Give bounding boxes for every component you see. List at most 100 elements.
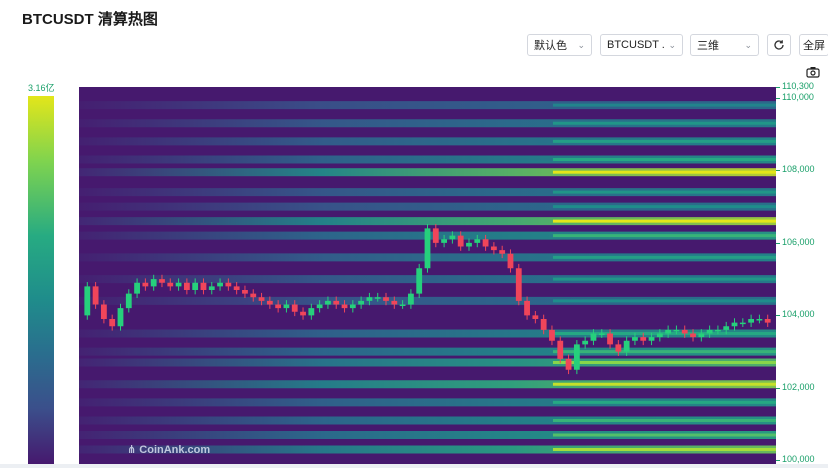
- color-select-label: 默认色: [534, 40, 567, 52]
- candle-body: [366, 297, 373, 301]
- y-tick-label: 106,000: [782, 236, 815, 247]
- y-tick-label: 100,000: [782, 454, 815, 465]
- candle-body: [192, 282, 199, 290]
- candle-body: [341, 304, 348, 309]
- bottom-border: [0, 464, 828, 468]
- candle-body: [325, 300, 331, 305]
- candle-body: [374, 297, 381, 299]
- candle-body: [150, 279, 157, 287]
- candle-body: [183, 282, 190, 290]
- liquidation-band-highlight: [552, 158, 776, 161]
- watermark-text: CoinAnk.com: [139, 444, 211, 456]
- color-select[interactable]: 默认色 ⌄: [527, 34, 592, 56]
- candle-body: [706, 329, 713, 334]
- chevron-down-icon: ⌄: [744, 39, 752, 50]
- liquidation-band-highlight: [552, 433, 776, 437]
- candle-body: [466, 242, 472, 247]
- liquidation-band-highlight: [552, 255, 776, 259]
- liquidation-band-highlight: [552, 190, 776, 194]
- candle-body: [640, 337, 647, 341]
- candle-body: [391, 300, 398, 305]
- liquidation-band-highlight: [552, 170, 776, 174]
- candle-body: [432, 228, 439, 243]
- candle-body: [167, 282, 174, 287]
- y-tick-label: 108,000: [782, 164, 815, 175]
- candle-body: [233, 286, 240, 290]
- y-tick-label: 102,000: [782, 381, 815, 392]
- candle-body: [349, 304, 356, 309]
- candle-body: [673, 329, 680, 332]
- candle-body: [283, 304, 290, 309]
- heatmap-chart[interactable]: ⋔ CoinAnk.com: [79, 87, 776, 464]
- y-tick-mark: [776, 315, 780, 317]
- candle-body: [117, 308, 124, 327]
- candle-body: [308, 308, 315, 316]
- candle-body: [134, 282, 140, 294]
- candle-body: [217, 282, 223, 287]
- candle-body: [291, 304, 298, 312]
- candle-body: [764, 319, 771, 323]
- candle-body: [84, 286, 91, 316]
- candle-body: [474, 239, 481, 243]
- y-tick-label: 104,000: [782, 309, 815, 320]
- symbol-select[interactable]: BTCUSDT ... ⌄: [600, 34, 683, 56]
- candle-body: [490, 246, 497, 251]
- view-select[interactable]: 三维 ⌄: [690, 34, 759, 56]
- y-tick-mark: [776, 170, 780, 172]
- candle-body: [607, 333, 613, 345]
- y-tick-label: 110,000: [782, 91, 814, 102]
- candle-body: [549, 329, 555, 341]
- candle-body: [557, 340, 564, 359]
- candle-body: [499, 250, 506, 254]
- heatmap-svg[interactable]: [79, 87, 776, 464]
- liquidation-band-highlight: [552, 103, 776, 107]
- candle-body: [333, 300, 340, 305]
- liquidation-band-highlight: [552, 205, 776, 209]
- candle-body: [408, 293, 414, 305]
- price-axis: 110,300 110,000 108,000 106,000 104,000 102,0…: [776, 0, 828, 468]
- candle-body: [632, 337, 638, 341]
- candle-body: [507, 253, 514, 269]
- candle-body: [715, 329, 721, 332]
- candle-body: [739, 322, 746, 325]
- page-title: BTCUSDT 清算热图: [22, 11, 158, 28]
- coinank-logo-icon: ⋔: [127, 444, 137, 456]
- candle-body: [125, 293, 132, 309]
- candle-body: [690, 333, 696, 338]
- candle-body: [623, 340, 630, 352]
- watermark: ⋔ CoinAnk.com: [127, 443, 210, 456]
- view-select-label: 三维: [697, 40, 719, 52]
- liquidation-band-highlight: [552, 234, 776, 238]
- liquidation-band-highlight: [552, 139, 776, 143]
- candle-body: [648, 337, 655, 341]
- candle-body: [300, 311, 306, 316]
- candle-body: [656, 333, 663, 338]
- candle-body: [515, 268, 522, 301]
- candle-body: [524, 300, 530, 316]
- y-tick-mark: [776, 87, 780, 88]
- y-tick-mark: [776, 387, 780, 389]
- legend-max-label: 3.16亿: [28, 83, 55, 93]
- candle-body: [449, 235, 456, 240]
- liquidation-band-highlight: [552, 121, 776, 125]
- y-tick-mark: [776, 460, 780, 462]
- liquidation-band-highlight: [552, 277, 776, 281]
- y-tick-label: 110,300: [782, 81, 814, 91]
- liquidation-band-highlight: [552, 448, 776, 451]
- candle-body: [175, 282, 182, 287]
- candle-body: [266, 300, 273, 305]
- liquidation-band-highlight: [552, 419, 776, 422]
- candle-body: [723, 326, 730, 330]
- candle-body: [565, 358, 572, 370]
- candle-body: [142, 282, 149, 287]
- candle-body: [225, 282, 232, 287]
- candle-body: [582, 340, 589, 345]
- candle-body: [540, 319, 547, 330]
- candle-body: [250, 293, 257, 298]
- candle-body: [92, 286, 99, 305]
- candle-body: [615, 344, 622, 352]
- candle-body: [416, 268, 423, 294]
- candle-body: [457, 235, 464, 247]
- candle-body: [424, 228, 431, 269]
- liquidation-band-highlight: [552, 361, 776, 364]
